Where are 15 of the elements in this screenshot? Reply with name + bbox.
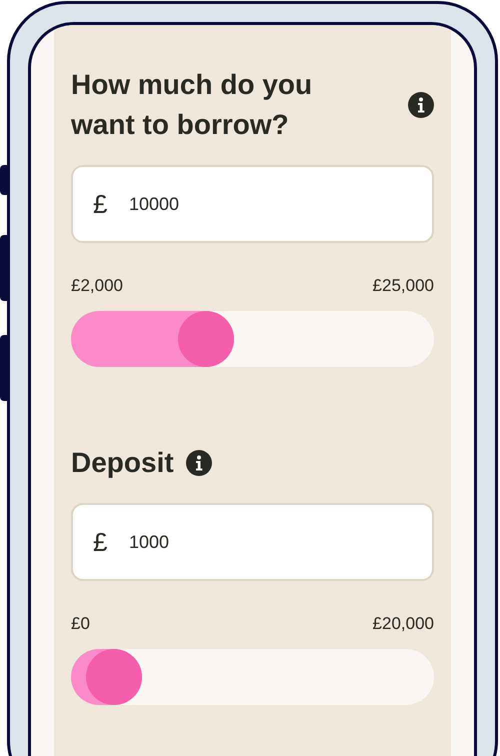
currency-symbol: £ <box>93 188 108 220</box>
currency-symbol: £ <box>93 526 108 558</box>
info-icon[interactable] <box>408 92 434 118</box>
question-heading: How much do you want to borrow? <box>71 68 314 142</box>
slider-thumb[interactable] <box>86 649 142 705</box>
question-heading: Deposit <box>71 446 174 480</box>
amount-field[interactable]: £ 1000 <box>71 503 434 581</box>
amount-input[interactable]: 1000 <box>129 528 329 556</box>
minimum-label: £0 <box>71 613 90 635</box>
amount-field[interactable]: £ 10000 <box>71 165 434 243</box>
minimum-label: £2,000 <box>71 275 123 297</box>
maximum-label: £20,000 <box>372 613 434 635</box>
maximum-label: £25,000 <box>372 275 434 297</box>
info-icon[interactable] <box>186 450 212 476</box>
amount-input[interactable]: 10000 <box>129 190 329 218</box>
